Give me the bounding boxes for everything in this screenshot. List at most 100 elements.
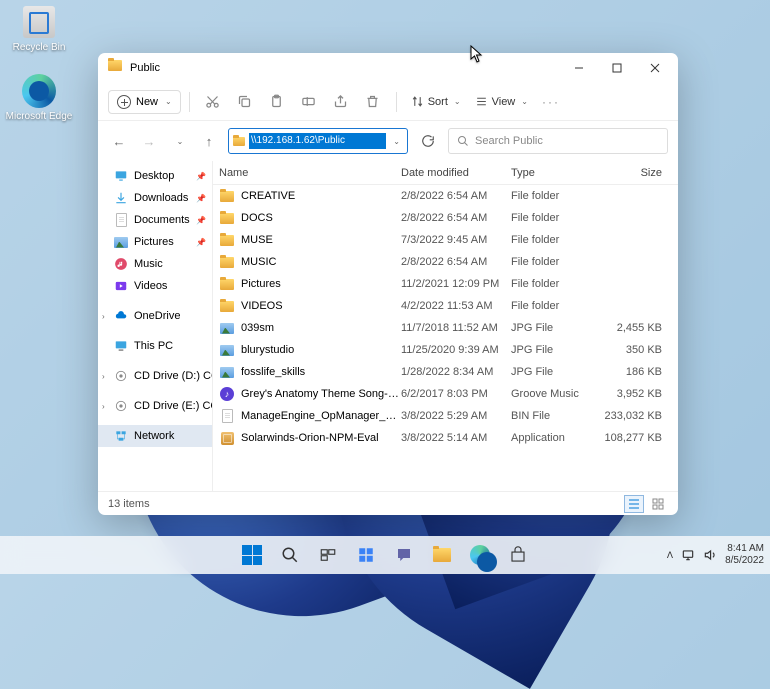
forward-button[interactable]: → xyxy=(138,134,160,149)
sidebar-item-label: Documents xyxy=(134,214,190,226)
up-button[interactable]: ↑ xyxy=(198,134,220,149)
volume-icon[interactable] xyxy=(703,548,717,562)
file-type: Groove Music xyxy=(511,388,587,400)
chevron-right-icon: › xyxy=(102,402,105,411)
file-row[interactable]: MUSIC2/8/2022 6:54 AMFile folder xyxy=(213,251,678,273)
network-icon[interactable] xyxy=(681,548,695,562)
store-button[interactable] xyxy=(501,539,535,571)
file-type: File folder xyxy=(511,234,587,246)
sidebar-item-thispc[interactable]: This PC xyxy=(98,335,212,357)
sidebar-item-network[interactable]: Network xyxy=(98,425,212,447)
cut-button[interactable] xyxy=(198,87,228,117)
folder-icon xyxy=(219,188,235,204)
view-icon xyxy=(475,95,488,108)
sort-button[interactable]: Sort ⌄ xyxy=(405,91,467,112)
sort-label: Sort xyxy=(428,96,448,108)
share-button[interactable] xyxy=(326,87,356,117)
file-row[interactable]: DOCS2/8/2022 6:54 AMFile folder xyxy=(213,207,678,229)
column-name[interactable]: Name xyxy=(219,167,401,179)
column-date[interactable]: Date modified xyxy=(401,167,511,179)
file-type: File folder xyxy=(511,300,587,312)
chat-button[interactable] xyxy=(387,539,421,571)
address-input[interactable]: \\192.168.1.62\Public ⌄ xyxy=(228,128,408,154)
edge-button[interactable] xyxy=(463,539,497,571)
task-view-button[interactable] xyxy=(311,539,345,571)
file-row[interactable]: Solarwinds-Orion-NPM-Eval3/8/2022 5:14 A… xyxy=(213,427,678,449)
file-list[interactable]: CREATIVE2/8/2022 6:54 AMFile folderDOCS2… xyxy=(213,185,678,491)
file-type: JPG File xyxy=(511,322,587,334)
file-icon xyxy=(219,408,235,424)
details-view-toggle[interactable] xyxy=(624,495,644,513)
copy-button[interactable] xyxy=(230,87,260,117)
file-row[interactable]: VIDEOS4/2/2022 11:53 AMFile folder xyxy=(213,295,678,317)
file-row[interactable]: MUSE7/3/2022 9:45 AMFile folder xyxy=(213,229,678,251)
sidebar-item-onedrive[interactable]: ›OneDrive xyxy=(98,305,212,327)
clock[interactable]: 8:41 AM 8/5/2022 xyxy=(725,543,764,567)
recent-locations-button[interactable]: ⌄ xyxy=(168,137,190,146)
divider xyxy=(396,92,397,112)
new-button[interactable]: New ⌄ xyxy=(108,90,181,114)
pin-icon: 📌 xyxy=(196,238,206,247)
minimize-button[interactable] xyxy=(560,54,598,82)
rename-button[interactable] xyxy=(294,87,324,117)
file-row[interactable]: Pictures11/2/2021 12:09 PMFile folder xyxy=(213,273,678,295)
file-name: MUSIC xyxy=(241,256,401,268)
sidebar-item-cd[interactable]: ›CD Drive (D:) CC xyxy=(98,365,212,387)
sidebar-item-desktop[interactable]: Desktop📌 xyxy=(98,165,212,187)
file-explorer-button[interactable] xyxy=(425,539,459,571)
sidebar-item-label: Network xyxy=(134,430,174,442)
more-button[interactable]: ··· xyxy=(536,87,566,117)
desktop-icon-recycle-bin[interactable]: Recycle Bin xyxy=(5,4,73,53)
folder-icon xyxy=(219,254,235,270)
file-row[interactable]: blurystudio11/25/2020 9:39 AMJPG File350… xyxy=(213,339,678,361)
documents-icon xyxy=(114,213,128,227)
file-explorer-window: Public New ⌄ Sort ⌄ View ⌄ ··· ← xyxy=(98,53,678,515)
folder-icon xyxy=(108,60,124,76)
tray-chevron-icon[interactable]: ᐱ xyxy=(667,550,673,561)
chevron-down-icon[interactable]: ⌄ xyxy=(390,137,403,146)
search-input[interactable]: Search Public xyxy=(448,128,668,154)
sidebar-item-label: CD Drive (D:) CC xyxy=(134,370,212,382)
file-row[interactable]: fosslife_skills1/28/2022 8:34 AMJPG File… xyxy=(213,361,678,383)
file-row[interactable]: ♪Grey's Anatomy Theme Song-BuY5H_IAy...6… xyxy=(213,383,678,405)
start-button[interactable] xyxy=(235,539,269,571)
network-icon xyxy=(114,429,128,443)
sidebar-item-downloads[interactable]: Downloads📌 xyxy=(98,187,212,209)
view-button[interactable]: View ⌄ xyxy=(469,91,534,112)
desktop-icon-edge[interactable]: Microsoft Edge xyxy=(5,73,73,122)
file-row[interactable]: 039sm11/7/2018 11:52 AMJPG File2,455 KB xyxy=(213,317,678,339)
maximize-button[interactable] xyxy=(598,54,636,82)
videos-icon xyxy=(114,279,128,293)
delete-button[interactable] xyxy=(358,87,388,117)
thispc-icon xyxy=(114,339,128,353)
file-type: File folder xyxy=(511,256,587,268)
refresh-button[interactable] xyxy=(416,134,440,148)
mouse-cursor-icon xyxy=(470,45,484,63)
pin-icon: 📌 xyxy=(196,194,206,203)
sidebar-item-pictures[interactable]: Pictures📌 xyxy=(98,231,212,253)
thumbnails-view-toggle[interactable] xyxy=(648,495,668,513)
file-row[interactable]: ManageEngine_OpManager_64bit.bin3/8/2022… xyxy=(213,405,678,427)
file-size: 233,032 KB xyxy=(587,410,678,422)
back-button[interactable]: ← xyxy=(108,134,130,149)
file-date: 11/7/2018 11:52 AM xyxy=(401,322,511,334)
sidebar-item-label: OneDrive xyxy=(134,310,180,322)
system-tray[interactable]: ᐱ 8:41 AM 8/5/2022 xyxy=(667,543,764,567)
sidebar-item-documents[interactable]: Documents📌 xyxy=(98,209,212,231)
column-type[interactable]: Type xyxy=(511,167,587,179)
file-type: Application xyxy=(511,432,587,444)
file-name: ManageEngine_OpManager_64bit.bin xyxy=(241,410,401,422)
file-date: 3/8/2022 5:29 AM xyxy=(401,410,511,422)
titlebar[interactable]: Public xyxy=(98,53,678,83)
widgets-button[interactable] xyxy=(349,539,383,571)
file-row[interactable]: CREATIVE2/8/2022 6:54 AMFile folder xyxy=(213,185,678,207)
sidebar-item-videos[interactable]: Videos xyxy=(98,275,212,297)
sidebar-item-cd[interactable]: ›CD Drive (E:) CC xyxy=(98,395,212,417)
app-icon xyxy=(219,430,235,446)
column-size[interactable]: Size xyxy=(587,167,678,179)
sidebar-item-music[interactable]: Music xyxy=(98,253,212,275)
taskbar-search-button[interactable] xyxy=(273,539,307,571)
close-button[interactable] xyxy=(636,54,674,82)
paste-button[interactable] xyxy=(262,87,292,117)
file-name: blurystudio xyxy=(241,344,401,356)
